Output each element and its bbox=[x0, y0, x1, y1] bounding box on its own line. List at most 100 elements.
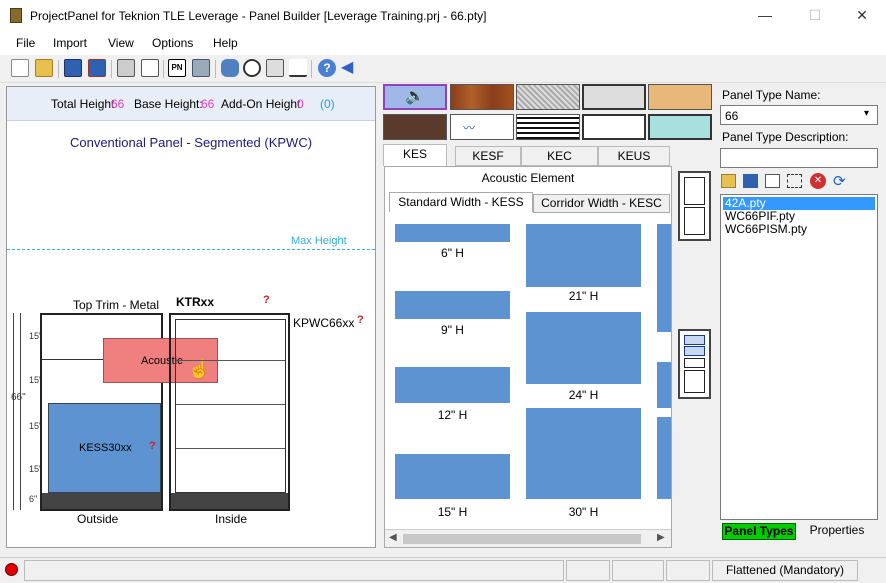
speaker-icon: 🔈 bbox=[405, 88, 425, 105]
type-name-label: Panel Type Name: bbox=[722, 88, 821, 102]
connector-icon[interactable] bbox=[243, 59, 261, 77]
tile-swatch-button[interactable] bbox=[582, 114, 646, 140]
select-icon[interactable] bbox=[787, 174, 802, 188]
status-bar: Flattened (Mandatory) bbox=[0, 557, 886, 583]
panel-view-icon[interactable] bbox=[192, 59, 210, 77]
close-button[interactable]: ✕ bbox=[847, 4, 877, 26]
subtab-corridor-width[interactable]: Corridor Width - KESC bbox=[533, 194, 670, 213]
toolbar-separator bbox=[215, 60, 216, 78]
open-folder-icon[interactable] bbox=[721, 174, 736, 188]
slat-swatch-button[interactable] bbox=[516, 114, 580, 140]
tab-properties[interactable]: Properties bbox=[798, 523, 876, 540]
panel-layout-thumb[interactable] bbox=[678, 329, 711, 399]
print-icon[interactable] bbox=[117, 59, 135, 77]
chevron-down-icon[interactable]: ▾ bbox=[864, 108, 869, 119]
tab-kesf[interactable]: KESF bbox=[455, 146, 521, 166]
menu-help[interactable]: Help bbox=[213, 36, 238, 50]
top-trim-label: Top Trim - Metal bbox=[73, 298, 160, 312]
list-item[interactable]: WC66PISM.pty bbox=[723, 223, 875, 236]
thumb-segment bbox=[684, 335, 705, 345]
tab-kec[interactable]: KEC bbox=[521, 146, 598, 166]
glass-swatch-button[interactable] bbox=[648, 114, 712, 140]
scroll-left-icon[interactable]: ◀ bbox=[389, 532, 397, 543]
kess-question-icon[interactable]: ? bbox=[149, 440, 156, 452]
element-30h[interactable] bbox=[526, 408, 641, 499]
minimize-button[interactable]: — bbox=[750, 4, 780, 26]
base-height-value: 66 bbox=[201, 97, 215, 111]
max-height-label: Max Height bbox=[291, 235, 347, 247]
type-desc-label: Panel Type Description: bbox=[722, 130, 849, 144]
save-icon[interactable] bbox=[64, 59, 82, 77]
element-partial[interactable] bbox=[657, 417, 671, 499]
ktr-question-icon[interactable]: ? bbox=[263, 294, 270, 306]
horizontal-scrollbar[interactable]: ◀ ▶ bbox=[385, 529, 671, 547]
open-folder-icon[interactable] bbox=[35, 59, 53, 77]
ktr-label: KTRxx bbox=[176, 295, 215, 309]
app-icon bbox=[10, 8, 22, 23]
dim-label: 6" bbox=[29, 494, 38, 504]
chart-swatch-button[interactable]: 〰 bbox=[450, 114, 514, 140]
toolbar-separator bbox=[311, 60, 312, 78]
panel-layout-thumb[interactable] bbox=[678, 171, 711, 241]
segment-divider bbox=[176, 360, 285, 361]
element-9h[interactable] bbox=[395, 291, 510, 319]
refresh-icon[interactable]: ⟳ bbox=[833, 172, 846, 190]
scrollbar-thumb[interactable] bbox=[403, 534, 641, 544]
element-6h-label: 6" H bbox=[441, 246, 464, 260]
panel-type-pane: Panel Type Name: 66 ▾ Panel Type Descrip… bbox=[717, 84, 881, 546]
element-partial[interactable] bbox=[657, 224, 671, 332]
element-6h[interactable] bbox=[395, 224, 510, 242]
inside-panel-frame bbox=[169, 313, 290, 511]
segment-divider bbox=[176, 448, 285, 449]
back-arrow-icon[interactable]: ◀ bbox=[341, 59, 359, 77]
status-text: Flattened (Mandatory) bbox=[712, 560, 858, 581]
element-partial[interactable] bbox=[657, 362, 671, 408]
total-height-label: Total Height bbox=[51, 97, 115, 111]
menu-import[interactable]: Import bbox=[53, 36, 87, 50]
element-21h[interactable] bbox=[526, 224, 641, 287]
menu-bar: File Import View Options Help bbox=[0, 31, 886, 55]
panel-drawing-pane: Total Height 66 Base Height: 66 Add-On H… bbox=[6, 86, 376, 548]
menu-file[interactable]: File bbox=[16, 36, 35, 50]
save-icon[interactable] bbox=[743, 174, 758, 188]
preview-icon[interactable] bbox=[765, 174, 780, 188]
height-summary: Total Height 66 Base Height: 66 Add-On H… bbox=[7, 87, 375, 121]
delete-icon[interactable]: ✕ bbox=[810, 173, 826, 189]
fabric-swatch-button[interactable] bbox=[516, 84, 580, 110]
tab-panel-types[interactable]: Panel Types bbox=[722, 523, 796, 540]
subtab-standard-width[interactable]: Standard Width - KESS bbox=[389, 192, 533, 212]
menu-options[interactable]: Options bbox=[152, 36, 193, 50]
maximize-button[interactable]: ☐ bbox=[800, 4, 830, 26]
light-wood-swatch-button[interactable] bbox=[648, 84, 712, 110]
outside-label: Outside bbox=[77, 512, 119, 526]
element-15h[interactable] bbox=[395, 454, 510, 499]
new-file-icon[interactable] bbox=[11, 59, 29, 77]
segment-dim-line bbox=[20, 313, 21, 510]
kpwc-question-icon[interactable]: ? bbox=[357, 314, 364, 326]
tab-kes[interactable]: KES bbox=[383, 144, 447, 166]
thumb-segment bbox=[684, 177, 705, 205]
tag-icon[interactable] bbox=[221, 59, 239, 77]
scroll-right-icon[interactable]: ▶ bbox=[657, 532, 665, 543]
pn-button[interactable]: PN bbox=[168, 59, 186, 77]
help-icon[interactable]: ? bbox=[318, 59, 336, 77]
menu-view[interactable]: View bbox=[108, 36, 134, 50]
grid-icon[interactable] bbox=[266, 59, 284, 77]
type-name-select[interactable]: 66 ▾ bbox=[720, 105, 878, 125]
element-12h-label: 12" H bbox=[437, 408, 468, 422]
wood-swatch-button[interactable] bbox=[450, 84, 514, 110]
toolbar-separator bbox=[111, 60, 112, 78]
element-24h[interactable] bbox=[526, 312, 641, 384]
print-preview-icon[interactable] bbox=[141, 59, 159, 77]
save-as-icon[interactable] bbox=[88, 59, 106, 77]
perforated-swatch-button[interactable] bbox=[582, 84, 646, 110]
total-dim-label: 66" bbox=[11, 392, 26, 403]
tab-keus[interactable]: KEUS bbox=[598, 146, 670, 166]
acoustic-swatch-button[interactable]: 🔈 bbox=[383, 84, 447, 110]
element-palette: Acoustic Element Standard Width - KESS C… bbox=[384, 166, 672, 548]
dark-fabric-swatch-button[interactable] bbox=[383, 114, 447, 140]
status-cell bbox=[566, 560, 610, 581]
measure-icon[interactable] bbox=[289, 59, 307, 77]
type-desc-input[interactable] bbox=[720, 148, 878, 168]
element-12h[interactable] bbox=[395, 367, 510, 403]
